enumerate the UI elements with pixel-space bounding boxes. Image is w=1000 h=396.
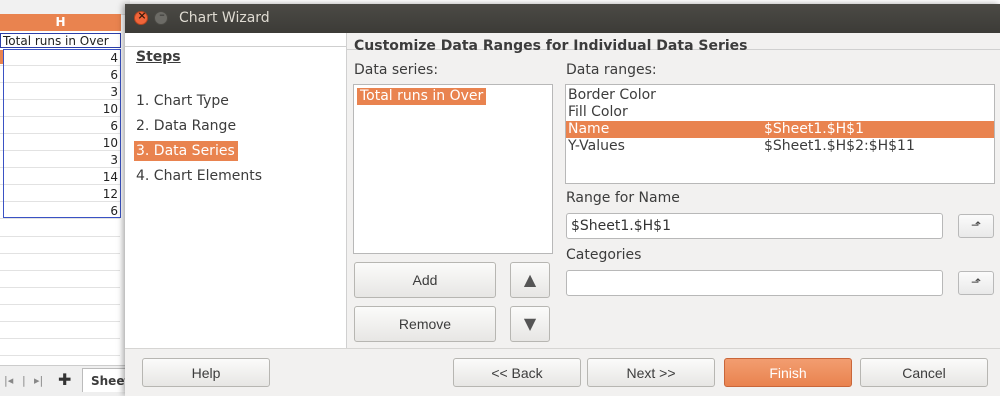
- empty-cell[interactable]: [0, 271, 120, 288]
- data-ranges-list[interactable]: Border Color Fill Color Name $Sheet1.$H$…: [565, 84, 995, 184]
- empty-cell[interactable]: [0, 322, 120, 339]
- range-role: Y-Values: [568, 138, 625, 154]
- data-series-list[interactable]: Total runs in Over: [353, 84, 553, 254]
- finish-button[interactable]: Finish: [724, 358, 852, 387]
- move-up-button[interactable]: ▲: [510, 262, 550, 298]
- minimize-icon: –: [159, 8, 165, 21]
- steps-heading: Steps: [136, 49, 181, 65]
- empty-cell[interactable]: [0, 339, 120, 356]
- sheet-tab[interactable]: Sheet: [82, 368, 130, 392]
- remove-series-button[interactable]: Remove: [354, 306, 496, 342]
- steps-divider: [125, 46, 346, 47]
- shrink-range-icon: ⬏: [970, 218, 982, 232]
- range-row-border-color[interactable]: Border Color: [566, 87, 994, 104]
- shrink-range-icon: ⬏: [970, 275, 982, 289]
- range-for-name-label: Range for Name: [566, 190, 680, 206]
- prev-sheet-icon[interactable]: |: [22, 374, 26, 387]
- data-series-label: Data series:: [354, 62, 439, 78]
- sheet-tab-bar: |◂ | ▸| ✚ Sheet: [0, 365, 130, 396]
- select-range-name-button[interactable]: ⬏: [958, 214, 994, 238]
- range-row-name[interactable]: Name $Sheet1.$H$1: [566, 121, 994, 138]
- empty-cell[interactable]: [0, 288, 120, 305]
- range-role: Fill Color: [568, 104, 628, 120]
- step-chart-type[interactable]: 1. Chart Type: [134, 91, 232, 111]
- empty-cell[interactable]: [0, 220, 120, 237]
- step-data-series[interactable]: 3. Data Series: [134, 141, 238, 161]
- range-role: Border Color: [568, 87, 656, 103]
- range-role: Name: [568, 121, 610, 137]
- step-chart-elements[interactable]: 4. Chart Elements: [134, 166, 265, 186]
- triangle-up-icon: ▲: [523, 270, 537, 289]
- categories-label: Categories: [566, 247, 642, 263]
- titlebar: × – Chart Wizard: [125, 4, 1000, 33]
- add-sheet-icon[interactable]: ✚: [58, 370, 71, 389]
- range-value: $Sheet1.$H$2:$H$11: [764, 138, 915, 154]
- help-button[interactable]: Help: [142, 358, 270, 387]
- dialog-footer: Help << Back Next >> Finish Cancel: [125, 348, 1000, 396]
- empty-cell[interactable]: [0, 254, 120, 271]
- range-row-y-values[interactable]: Y-Values $Sheet1.$H$2:$H$11: [566, 138, 994, 155]
- chart-wizard-dialog: × – Chart Wizard Steps 1. Chart Type 2. …: [125, 4, 1000, 396]
- header-cell[interactable]: Total runs in Over: [0, 33, 121, 48]
- sheet-toolbar-strip: [0, 0, 130, 15]
- minimize-window-button[interactable]: –: [154, 8, 168, 25]
- range-for-name-input[interactable]: $Sheet1.$H$1: [566, 213, 943, 239]
- range-row-fill-color[interactable]: Fill Color: [566, 104, 994, 121]
- column-header-h[interactable]: H: [0, 14, 121, 31]
- close-window-button[interactable]: ×: [134, 9, 148, 25]
- close-icon: ×: [137, 9, 147, 22]
- next-sheet-icon[interactable]: ▸|: [34, 374, 43, 387]
- data-series-item[interactable]: Total runs in Over: [357, 88, 487, 105]
- back-button[interactable]: << Back: [453, 358, 581, 387]
- range-value: $Sheet1.$H$1: [764, 121, 864, 137]
- content-title: Customize Data Ranges for Individual Dat…: [354, 38, 748, 54]
- dialog-title: Chart Wizard: [179, 10, 270, 26]
- select-categories-button[interactable]: ⬏: [958, 271, 994, 295]
- step-data-range[interactable]: 2. Data Range: [134, 116, 239, 136]
- categories-input[interactable]: [566, 270, 943, 296]
- empty-cell[interactable]: [0, 237, 120, 254]
- data-ranges-label: Data ranges:: [566, 62, 657, 78]
- cancel-button[interactable]: Cancel: [860, 358, 988, 387]
- first-sheet-icon[interactable]: |◂: [4, 374, 13, 387]
- steps-panel: Steps 1. Chart Type 2. Data Range 3. Dat…: [125, 33, 347, 348]
- next-button[interactable]: Next >>: [587, 358, 715, 387]
- move-down-button[interactable]: ▼: [510, 306, 550, 342]
- triangle-down-icon: ▼: [523, 314, 537, 333]
- range-selection-box: [3, 49, 121, 218]
- add-series-button[interactable]: Add: [354, 262, 496, 298]
- spreadsheet-background: H Total runs in Over 4 6 3 10 6 10 3 14 …: [0, 0, 130, 396]
- empty-cell[interactable]: [0, 305, 120, 322]
